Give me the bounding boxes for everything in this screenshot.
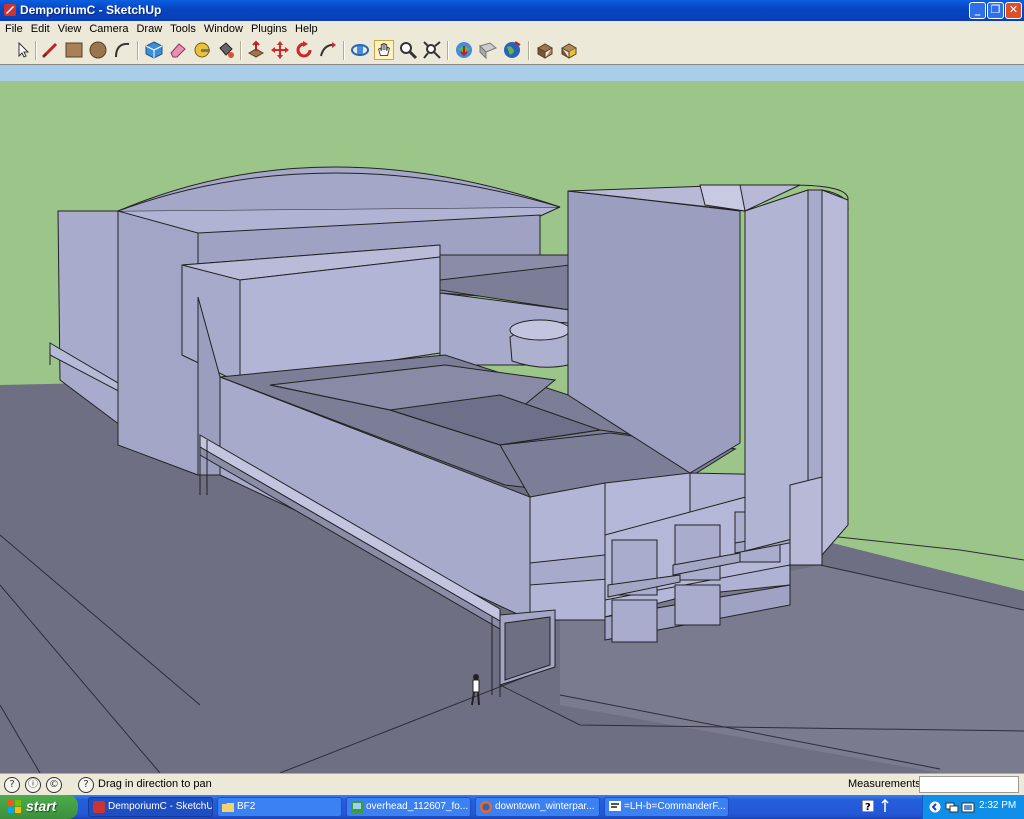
minimize-button[interactable]: _ bbox=[969, 2, 986, 19]
tape-measure-icon[interactable] bbox=[192, 40, 212, 60]
status-message: Drag in direction to pan bbox=[98, 778, 212, 790]
google-earth-icon[interactable] bbox=[502, 40, 522, 60]
get-models-icon[interactable] bbox=[454, 40, 474, 60]
menu-window[interactable]: Window bbox=[200, 21, 247, 37]
task-overhead-image[interactable]: overhead_112607_fo... bbox=[346, 797, 471, 817]
paint-bucket-icon[interactable] bbox=[216, 40, 236, 60]
line-tool-icon[interactable] bbox=[40, 40, 60, 60]
close-button[interactable]: ✕ bbox=[1005, 2, 1022, 19]
model-viewport[interactable] bbox=[0, 64, 1024, 774]
follow-me-icon[interactable] bbox=[318, 40, 338, 60]
menu-bar: File Edit View Camera Draw Tools Window Plugins… bbox=[0, 21, 1024, 37]
task-label: DemporiumC - SketchUp bbox=[108, 801, 213, 812]
make-component-icon[interactable] bbox=[144, 40, 164, 60]
task-label: =LH-b=CommanderF... bbox=[624, 801, 726, 812]
start-label: start bbox=[26, 798, 57, 814]
menu-draw[interactable]: Draw bbox=[132, 21, 166, 37]
menu-camera[interactable]: Camera bbox=[85, 21, 132, 37]
image-icon bbox=[351, 801, 363, 813]
select-tool-icon[interactable] bbox=[12, 40, 32, 60]
title-bar: DemporiumC - SketchUp _ ❐ ✕ bbox=[0, 0, 1024, 21]
menu-tools[interactable]: Tools bbox=[166, 21, 200, 37]
sketchup-app-icon bbox=[4, 4, 16, 16]
rectangle-tool-icon[interactable] bbox=[64, 40, 84, 60]
building-model-drawing bbox=[0, 65, 1024, 773]
menu-view[interactable]: View bbox=[54, 21, 86, 37]
pan-icon[interactable] bbox=[374, 40, 394, 60]
task-commander[interactable]: =LH-b=CommanderF... bbox=[604, 797, 729, 817]
windows-flag-icon bbox=[8, 800, 21, 813]
sketchup-icon bbox=[93, 801, 105, 813]
instructor-help-icon[interactable]: ? bbox=[78, 777, 94, 793]
share-model-icon[interactable] bbox=[478, 40, 498, 60]
help-geolocation-icon[interactable]: ? bbox=[4, 777, 20, 793]
measurements-label: Measurements bbox=[848, 778, 921, 790]
task-bf2[interactable]: BF2 bbox=[217, 797, 342, 817]
system-tray: 2:32 PM bbox=[922, 795, 1024, 819]
volume-tray-icon[interactable] bbox=[961, 800, 975, 814]
zoom-icon[interactable] bbox=[398, 40, 418, 60]
eraser-icon[interactable] bbox=[168, 40, 188, 60]
task-label: overhead_112607_fo... bbox=[366, 801, 469, 812]
measurements-input[interactable] bbox=[919, 776, 1019, 793]
component-icon[interactable] bbox=[535, 40, 555, 60]
menu-file[interactable]: File bbox=[1, 21, 27, 37]
chat-icon bbox=[609, 801, 621, 811]
firefox-icon bbox=[480, 801, 492, 813]
push-pull-icon[interactable] bbox=[246, 40, 266, 60]
task-sketchup[interactable]: DemporiumC - SketchUp bbox=[88, 797, 213, 817]
clock: 2:32 PM bbox=[979, 800, 1017, 811]
window-title: DemporiumC - SketchUp bbox=[20, 3, 162, 17]
toolbar bbox=[0, 37, 1024, 65]
credits-icon[interactable]: ⓘ bbox=[25, 777, 41, 793]
rotate-icon[interactable] bbox=[294, 40, 314, 60]
svg-text:?: ? bbox=[865, 802, 871, 812]
network-tray-icon[interactable] bbox=[945, 800, 959, 814]
arc-tool-icon[interactable] bbox=[112, 40, 132, 60]
zoom-extents-icon[interactable] bbox=[422, 40, 442, 60]
language-tray-icon[interactable] bbox=[880, 799, 890, 813]
circle-tool-icon[interactable] bbox=[88, 40, 108, 60]
task-label: downtown_winterpar... bbox=[495, 801, 595, 812]
orbit-icon[interactable] bbox=[350, 40, 370, 60]
collapse-tray-icon[interactable] bbox=[929, 800, 941, 814]
copyright-icon[interactable]: © bbox=[46, 777, 62, 793]
task-label: BF2 bbox=[237, 801, 256, 812]
menu-edit[interactable]: Edit bbox=[27, 21, 54, 37]
folder-icon bbox=[222, 803, 234, 812]
windows-taskbar: start DemporiumC - SketchUp BF2 overhead… bbox=[0, 795, 1024, 819]
menu-plugins[interactable]: Plugins bbox=[247, 21, 291, 37]
component-shadow-icon[interactable] bbox=[559, 40, 579, 60]
move-icon[interactable] bbox=[270, 40, 290, 60]
start-button[interactable]: start bbox=[0, 795, 78, 819]
status-bar: ? ⓘ © ? Drag in direction to pan Measure… bbox=[0, 773, 1024, 796]
task-downtown-browser[interactable]: downtown_winterpar... bbox=[475, 797, 600, 817]
help-tray-icon[interactable]: ? bbox=[862, 800, 874, 812]
restore-button[interactable]: ❐ bbox=[987, 2, 1004, 19]
menu-help[interactable]: Help bbox=[291, 21, 322, 37]
